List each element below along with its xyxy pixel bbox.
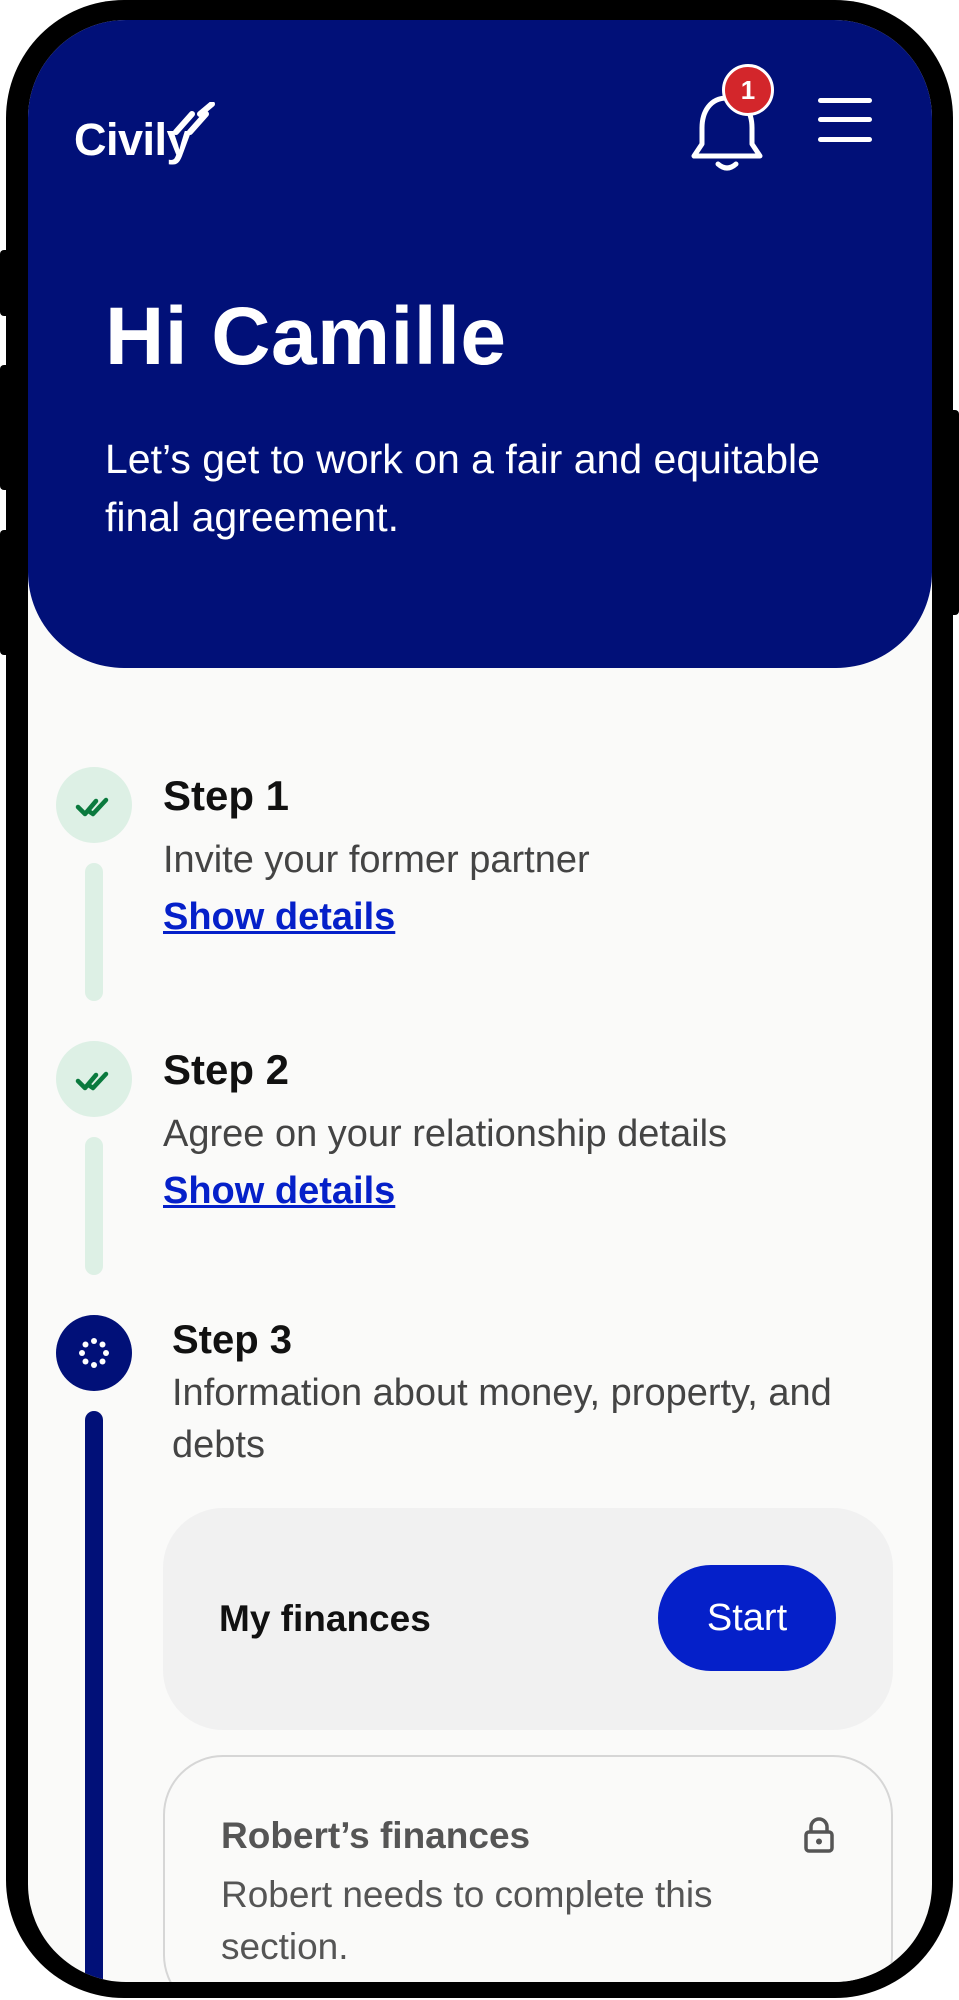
my-finances-label: My finances	[219, 1598, 431, 1639]
step-1-title: Step 1	[163, 772, 290, 819]
step-1-status-dot	[56, 767, 132, 843]
phone-side-button	[0, 250, 10, 316]
phone-side-button	[0, 530, 10, 655]
step-2-rail	[85, 1137, 103, 1275]
step-2-show-details-link[interactable]: Show details	[163, 1170, 395, 1213]
step-2-description: Agree on your relationship details	[163, 1113, 728, 1155]
phone-side-button	[0, 365, 10, 490]
step-3-description: Information about money, property, and d…	[172, 1372, 832, 1466]
greeting-subtitle: Let’s get to work on a fair and equitabl…	[105, 436, 820, 540]
menu-icon[interactable]	[818, 96, 876, 144]
step-1-show-details-link[interactable]: Show details	[163, 896, 395, 939]
start-button[interactable]: Start	[658, 1565, 836, 1671]
step-1-rail	[85, 863, 103, 1001]
my-finances-card: My finances Start	[163, 1508, 893, 1730]
hero-header: Civily 1 Hi Camille Let’s get to work on…	[28, 20, 932, 668]
step-2-status-dot	[56, 1041, 132, 1117]
step-3-status-dot	[56, 1315, 132, 1391]
checkmark-icon	[75, 797, 109, 817]
step-3-title: Step 3	[172, 1318, 293, 1362]
step-2-title: Step 2	[163, 1046, 290, 1093]
app-screen: Civily 1 Hi Camille Let’s get to work on…	[28, 20, 932, 1982]
partner-finances-description: Robert needs to complete this section.	[221, 1874, 713, 1967]
step-1-description: Invite your former partner	[163, 839, 590, 881]
notification-badge[interactable]: 1	[722, 64, 774, 116]
civily-logo[interactable]: Civily	[74, 100, 234, 170]
lock-icon	[804, 1817, 834, 1853]
progress-icon	[79, 1338, 109, 1368]
partner-finances-label: Robert’s finances	[221, 1815, 531, 1856]
step-3-rail	[85, 1411, 103, 1982]
checkmark-icon	[75, 1071, 109, 1091]
phone-side-button	[949, 410, 959, 615]
logo-marks-icon	[173, 102, 215, 135]
partner-finances-card: Robert’s finances Robert needs to comple…	[163, 1755, 893, 1982]
greeting-title: Hi Camille	[105, 291, 507, 382]
